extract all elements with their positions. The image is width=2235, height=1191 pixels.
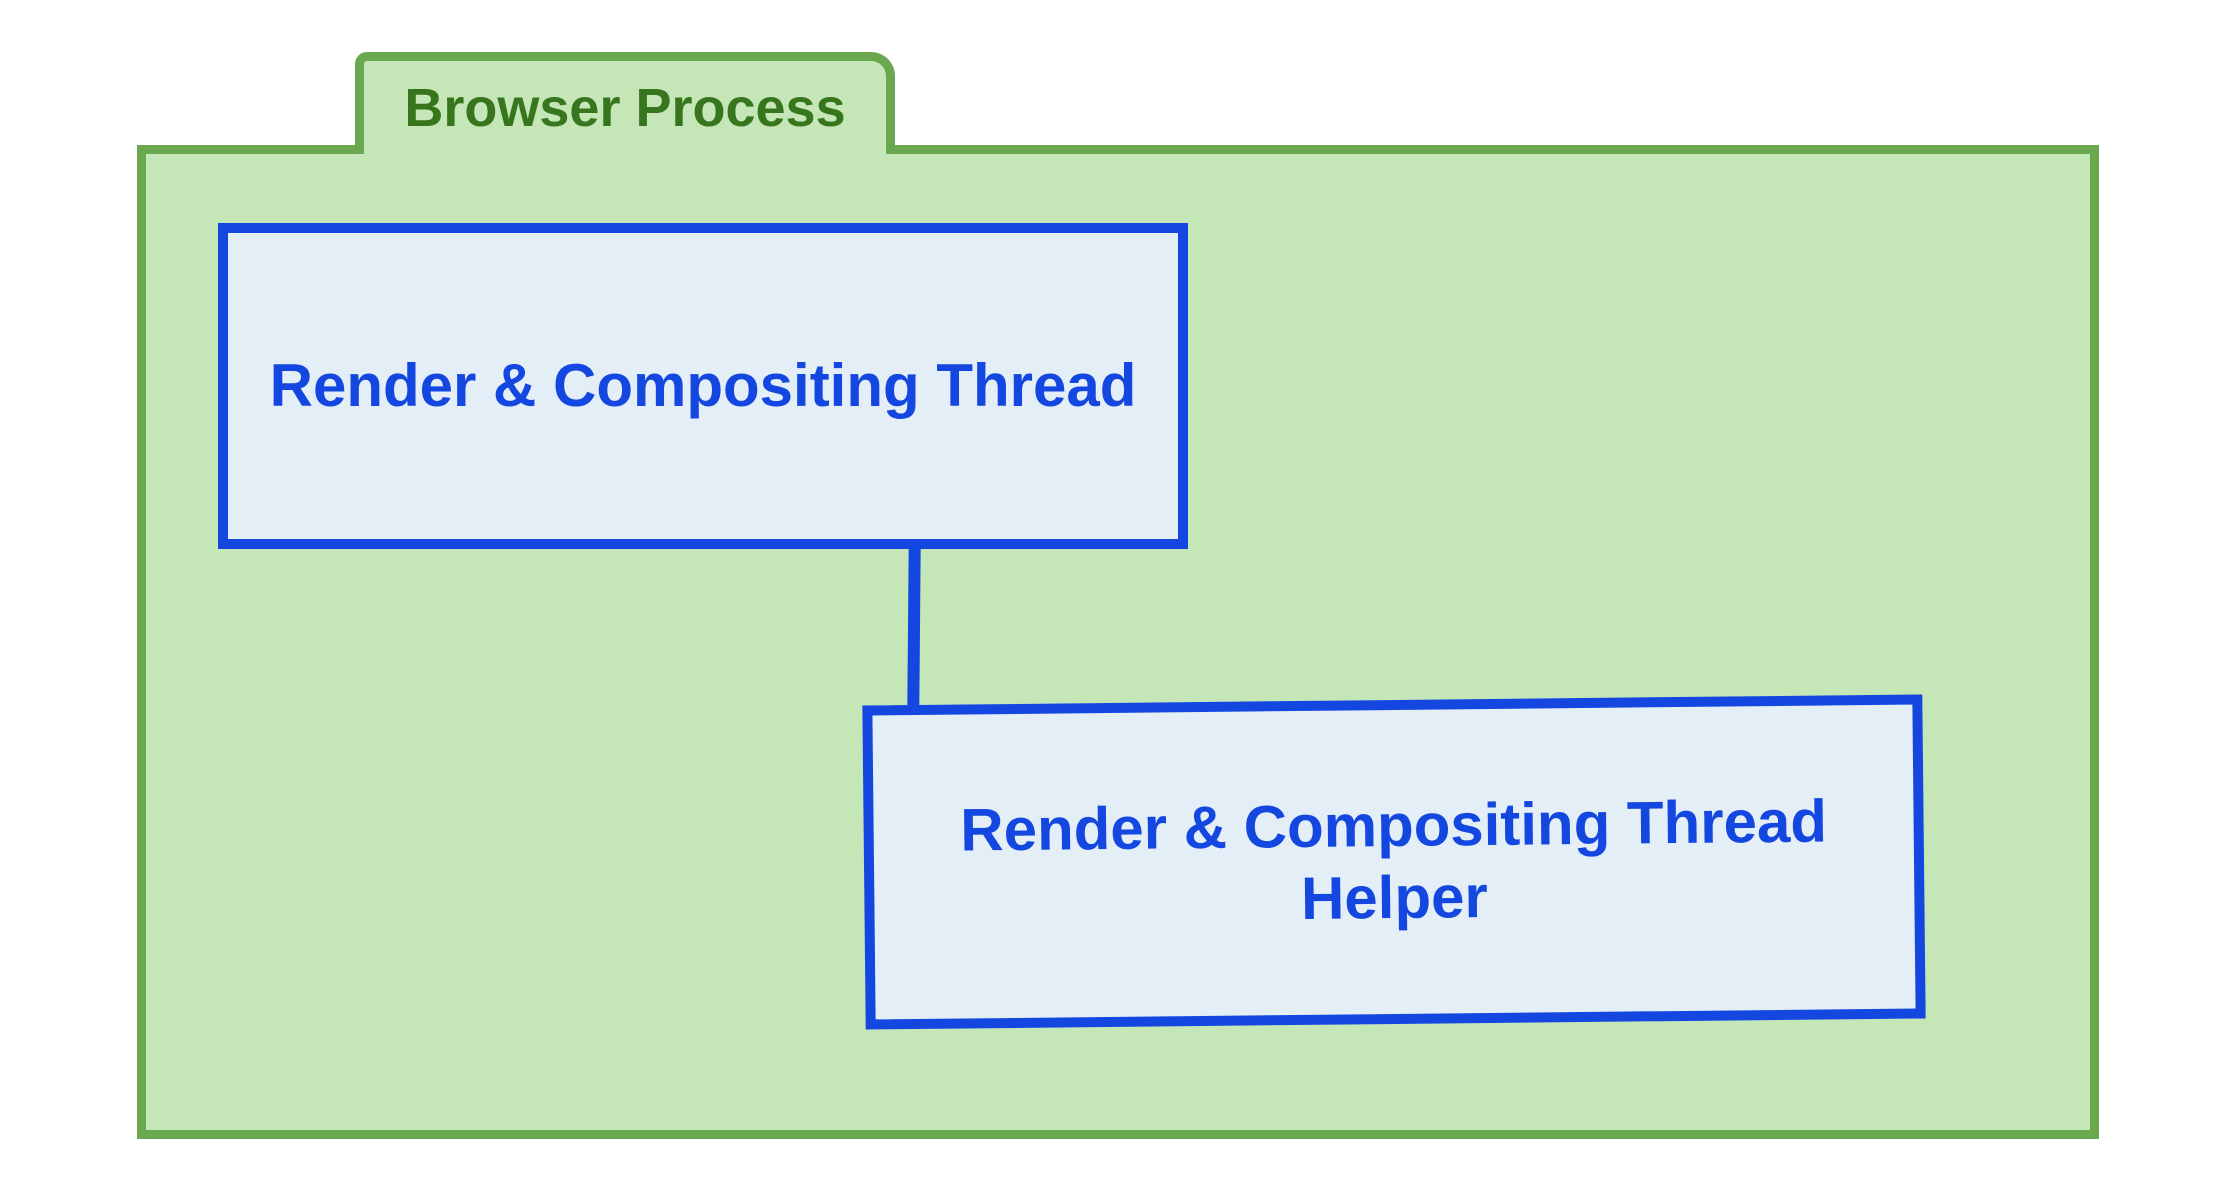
thread-label: Render & Compositing Thread (246, 334, 1161, 438)
process-title: Browser Process (404, 77, 845, 139)
thread-label: Render & Compositing Thread Helper (873, 769, 1915, 956)
thread-box-render-compositing-helper: Render & Compositing Thread Helper (862, 694, 1925, 1029)
tab-joiner (364, 145, 886, 154)
connector-line (907, 549, 920, 705)
process-tab: Browser Process (355, 52, 895, 154)
thread-box-render-compositing: Render & Compositing Thread (218, 223, 1188, 549)
diagram-canvas: Browser Process Render & Compositing Thr… (0, 0, 2235, 1191)
